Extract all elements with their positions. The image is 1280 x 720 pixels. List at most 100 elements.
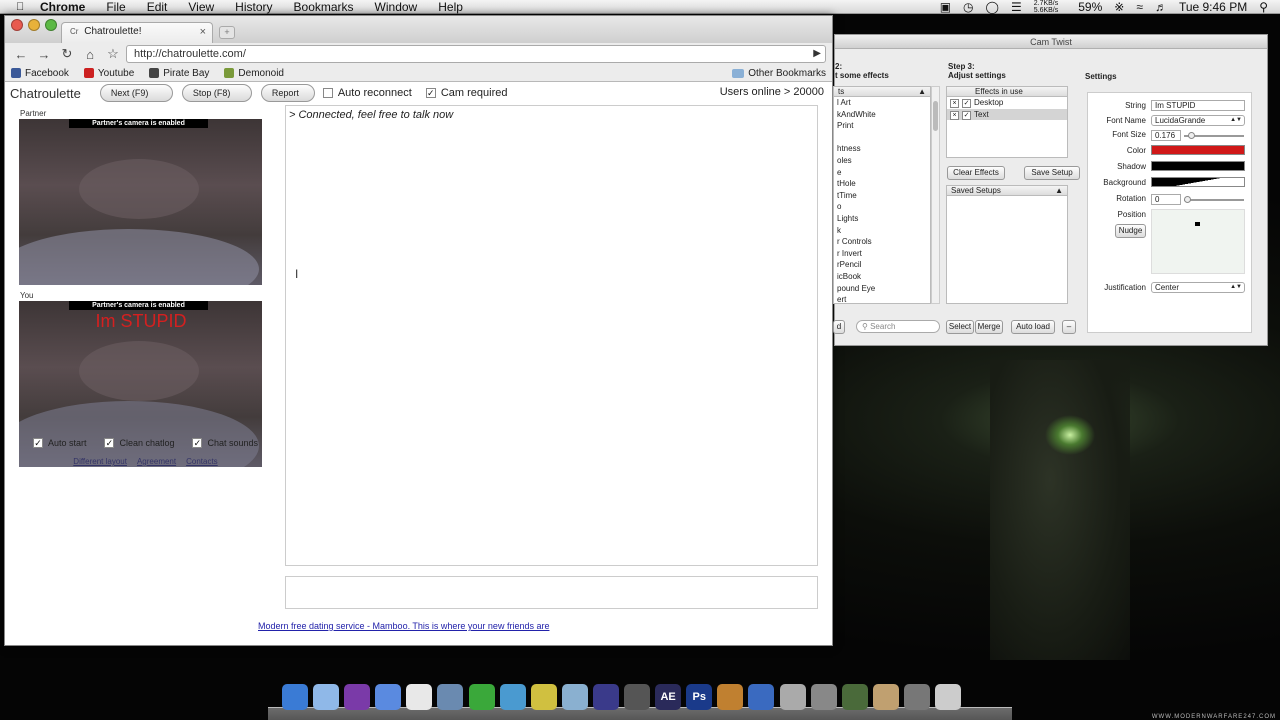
checkbox-box[interactable]: ✓ [192, 438, 203, 448]
preview-icon[interactable] [437, 684, 464, 710]
checkbox-box[interactable] [322, 88, 333, 98]
effect-row[interactable]: kAndWhite [834, 109, 930, 121]
ad-link[interactable]: Modern free dating service - Mamboo. Thi… [258, 621, 549, 631]
effect-in-use-row[interactable]: × ✓ Desktop [947, 97, 1067, 109]
effect-row[interactable]: r Invert [834, 248, 930, 260]
clock[interactable]: Tue 9:46 PM [1179, 0, 1247, 14]
after-effects-icon[interactable]: AE [655, 684, 682, 710]
effect-row[interactable]: ert [834, 294, 930, 306]
xscope-icon[interactable] [499, 684, 526, 710]
color-well[interactable] [1151, 145, 1245, 155]
other-bookmarks[interactable]: Other Bookmarks [732, 68, 826, 79]
rotation-input[interactable]: 0 [1151, 194, 1181, 205]
contacts-link[interactable]: Contacts [186, 457, 218, 466]
menu-window[interactable]: Window [375, 0, 418, 14]
imovie-star-icon[interactable] [530, 684, 557, 710]
new-tab-button[interactable]: + [219, 26, 235, 39]
effect-row[interactable]: k [834, 225, 930, 237]
scrollbar-thumb[interactable] [933, 101, 938, 131]
chrome-icon[interactable] [406, 684, 433, 710]
report-button[interactable]: Report [260, 84, 315, 102]
clear-effects-button[interactable]: Clear Effects [947, 166, 1005, 180]
background-well[interactable] [1151, 177, 1245, 187]
bookmark-piratebay[interactable]: Pirate Bay [149, 68, 209, 79]
effect-row[interactable]: tTime [834, 190, 930, 202]
bookmark-youtube[interactable]: Youtube [83, 68, 134, 79]
bluetooth-icon[interactable]: ※ [1114, 0, 1124, 14]
chat-sounds-checkbox[interactable]: ✓ Chat sounds [192, 438, 258, 448]
effect-enabled-checkbox[interactable]: ✓ [962, 99, 971, 108]
system-prefs-icon[interactable] [810, 684, 837, 710]
menu-app-name[interactable]: Chrome [40, 0, 85, 14]
close-tab-icon[interactable]: × [200, 26, 206, 38]
font-name-select[interactable]: LucidaGrande ▲▼ [1151, 115, 1245, 126]
bottom-left-button[interactable]: d [833, 320, 845, 334]
forward-icon[interactable]: → [34, 47, 54, 62]
sort-arrow-icon[interactable]: ▲ [1055, 186, 1063, 196]
imovie-icon[interactable] [344, 684, 371, 710]
effects-in-use-list[interactable]: Effects in use × ✓ Desktop × ✓ Text [946, 86, 1068, 158]
browser-tab[interactable]: Cr Chatroulette! × [61, 22, 213, 43]
remove-effect-icon[interactable]: × [950, 110, 959, 120]
menu-bookmarks[interactable]: Bookmarks [294, 0, 354, 14]
minimize-window-button[interactable] [28, 19, 40, 31]
bookmark-facebook[interactable]: Facebook [11, 68, 69, 79]
effect-row[interactable]: rPencil [834, 259, 930, 271]
effect-row[interactable] [834, 132, 930, 144]
effects-list[interactable]: ts ▲ l Art kAndWhite Print htness oles e tHole t… [833, 86, 931, 304]
slider-knob[interactable] [1184, 196, 1191, 203]
word-icon[interactable] [748, 684, 775, 710]
effects-scrollbar[interactable] [931, 86, 940, 304]
effect-row[interactable]: Print [834, 120, 930, 132]
spotlight-icon[interactable]: ⚲ [1259, 0, 1268, 14]
menu-edit[interactable]: Edit [147, 0, 168, 14]
reload-icon[interactable]: ↻ [57, 46, 77, 62]
photo-icon[interactable] [717, 684, 744, 710]
menu-history[interactable]: History [235, 0, 272, 14]
camtwist-titlebar[interactable]: Cam Twist [835, 35, 1267, 49]
nudge-button[interactable]: Nudge [1115, 224, 1146, 238]
network-icon[interactable]: ☰ [1011, 0, 1022, 14]
home-icon[interactable]: ⌂ [80, 47, 100, 62]
chat-log[interactable]: > Connected, feel free to talk now [285, 105, 818, 566]
trash-folder-icon[interactable] [872, 684, 899, 710]
camtwist-icon[interactable] [841, 684, 868, 710]
checkbox-box[interactable]: ✓ [104, 438, 115, 448]
effect-row[interactable]: e [834, 167, 930, 179]
effect-row[interactable]: oles [834, 155, 930, 167]
itunes-icon[interactable] [313, 684, 340, 710]
go-icon[interactable]: ▶ [813, 48, 821, 59]
effect-in-use-row[interactable]: × ✓ Text [947, 108, 1067, 121]
clean-chatlog-checkbox[interactable]: ✓ Clean chatlog [104, 438, 175, 448]
wifi-icon[interactable]: ≈ [1136, 0, 1143, 14]
chrome-titlebar[interactable]: Cr Chatroulette! × + [5, 16, 832, 43]
text-icon[interactable] [592, 684, 619, 710]
effect-row[interactable]: pound Eye [834, 283, 930, 295]
url-bar[interactable]: http://chatroulette.com/ ▶ [126, 45, 826, 63]
battery-percent[interactable]: 59% [1078, 0, 1102, 14]
rotation-slider[interactable] [1184, 196, 1244, 203]
remove-setup-button[interactable]: – [1062, 320, 1076, 334]
remove-effect-icon[interactable]: × [950, 99, 959, 108]
ichat-icon[interactable] [375, 684, 402, 710]
effect-row[interactable]: icBook [834, 271, 930, 283]
menu-file[interactable]: File [106, 0, 125, 14]
effect-enabled-checkbox[interactable]: ✓ [962, 110, 971, 120]
cam-required-checkbox[interactable]: ✓ Cam required [425, 87, 507, 99]
photoshop-icon[interactable]: Ps [686, 684, 713, 710]
chatroulette-logo[interactable]: Chatroulette [10, 86, 81, 101]
finder-icon[interactable] [282, 684, 308, 710]
slider-knob[interactable] [1188, 132, 1195, 139]
position-pad[interactable] [1151, 209, 1245, 274]
effect-row[interactable]: o [834, 201, 930, 213]
volume-icon[interactable]: ♬ [1155, 0, 1167, 14]
trash-icon[interactable] [934, 684, 961, 710]
utorrent-icon[interactable] [468, 684, 495, 710]
merge-button[interactable]: Merge [975, 320, 1003, 334]
sync-icon[interactable]: ◯ [986, 0, 999, 14]
zoom-window-button[interactable] [45, 19, 57, 31]
effect-row[interactable]: r Controls [834, 236, 930, 248]
disk-icon[interactable] [903, 684, 930, 710]
checkbox-box[interactable]: ✓ [425, 88, 436, 98]
agreement-link[interactable]: Agreement [137, 457, 176, 466]
